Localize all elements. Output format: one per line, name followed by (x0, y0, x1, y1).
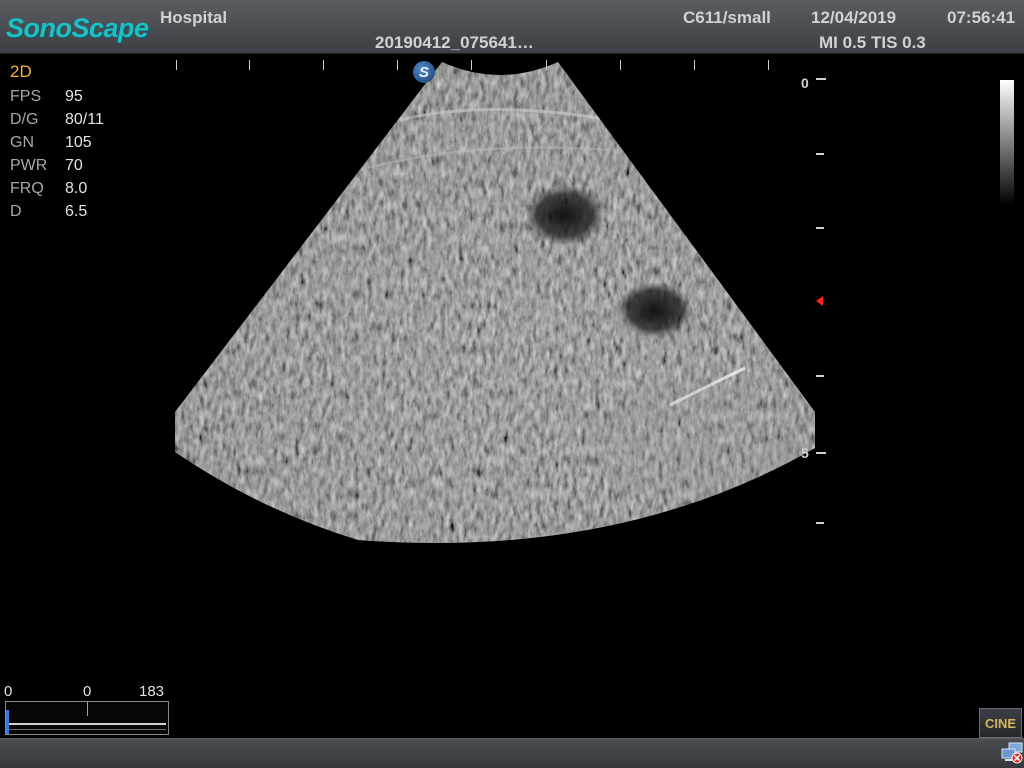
scale-tick (768, 60, 769, 70)
cine-end: 183 (139, 683, 165, 700)
depth-tick (816, 452, 826, 454)
scale-tick (471, 60, 472, 70)
depth-tick (816, 375, 824, 377)
scale-tick (176, 60, 177, 70)
depth-tick (816, 78, 826, 80)
scale-tick (323, 60, 324, 70)
cine-cursor[interactable] (6, 710, 9, 734)
scale-tick (397, 60, 398, 70)
status-bar (0, 738, 1024, 768)
depth-tick (816, 522, 824, 524)
lateral-scale (176, 60, 776, 72)
grayscale-bar (1000, 80, 1014, 205)
cine-track-line (8, 723, 166, 725)
depth-label-top: 0 (801, 75, 809, 91)
depth-scale: 0 5 (798, 70, 828, 540)
cine-track-line (8, 729, 166, 730)
scale-tick (694, 60, 695, 70)
cine-current: 0 (83, 683, 92, 700)
cine-mid-tick (87, 702, 88, 716)
scale-tick (620, 60, 621, 70)
scale-tick (249, 60, 250, 70)
focus-marker-icon[interactable] (816, 296, 823, 306)
depth-label-mid: 5 (801, 445, 809, 461)
depth-tick (816, 153, 824, 155)
cine-scrollbar[interactable] (5, 701, 169, 735)
cine-button[interactable]: CINE (979, 708, 1022, 738)
probe-orientation-icon: S (413, 61, 435, 83)
scale-tick (546, 60, 547, 70)
ultrasound-image[interactable] (0, 0, 1024, 768)
network-disconnected-icon[interactable] (1001, 742, 1023, 764)
cine-start: 0 (4, 683, 13, 700)
depth-tick (816, 227, 824, 229)
